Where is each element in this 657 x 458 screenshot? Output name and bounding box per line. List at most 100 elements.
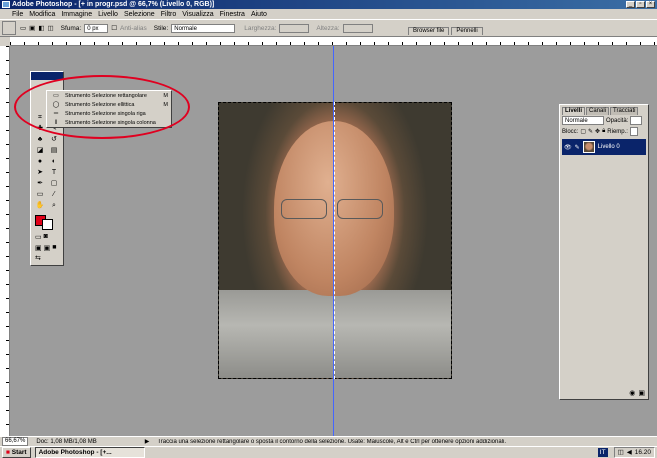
path-select-icon[interactable]: ➤: [34, 168, 46, 177]
eyedropper-icon[interactable]: ⁄: [48, 190, 60, 199]
start-label: Start: [11, 449, 27, 456]
doc-size[interactable]: Doc: 1,08 MB/1,08 MB: [36, 439, 96, 445]
menu-bar: File Modifica Immagine Livello Selezione…: [0, 9, 657, 19]
lock-transparency-icon[interactable]: ▢: [580, 128, 586, 135]
vertical-ruler: [0, 46, 10, 436]
layer-brush-icon[interactable]: ✎: [575, 144, 580, 151]
sfuma-input[interactable]: 0 px: [84, 23, 109, 33]
photo-hoodie: [219, 290, 451, 378]
start-button[interactable]: ■ Start: [2, 447, 31, 458]
tab-pennelli[interactable]: Pennelli: [451, 27, 483, 35]
larghezza-input[interactable]: [279, 23, 310, 33]
status-arrow-icon[interactable]: ▶: [145, 438, 150, 445]
tool-hint: Traccia una selezione rettangolare o spo…: [157, 438, 507, 445]
horizontal-ruler: [10, 37, 657, 46]
fill-label: Riemp.:: [607, 128, 628, 135]
type-tool-icon[interactable]: T: [48, 168, 60, 177]
selection-marquee-edge: [334, 102, 335, 379]
layers-palette: Livelli Canali Tracciati Normale Opacità…: [559, 104, 649, 400]
color-swatches: [31, 215, 63, 230]
menu-modifica[interactable]: Modifica: [29, 11, 55, 18]
window-title: Adobe Photoshop - [+ in progr.psd @ 66,7…: [12, 1, 215, 8]
screen-mode-standard-icon[interactable]: ▣: [35, 244, 42, 252]
opacity-input[interactable]: [630, 116, 643, 125]
menu-filtro[interactable]: Filtro: [161, 11, 177, 18]
layer-visibility-eye-icon[interactable]: 👁︎: [564, 144, 572, 151]
stile-label: Stile:: [153, 24, 169, 32]
dodge-tool-icon[interactable]: ◐: [48, 157, 60, 166]
windows-taskbar: ■ Start Adobe Photoshop - [+... IT ◫ ◀ 1…: [0, 446, 657, 458]
screen-mode-full-icon[interactable]: ▣: [44, 244, 51, 252]
tab-livelli[interactable]: Livelli: [562, 107, 586, 115]
subtract-selection-icon[interactable]: ◧: [38, 24, 44, 32]
palette-well: Browser file Pennelli: [408, 27, 483, 35]
delete-layer-icon[interactable]: ▣: [638, 389, 645, 397]
window-controls: _ ▫ ×: [626, 1, 655, 8]
tab-canali[interactable]: Canali: [586, 107, 610, 115]
taskbar-photoshop-item[interactable]: Adobe Photoshop - [+...: [34, 447, 145, 458]
quickmask-mode-icon[interactable]: ◙: [44, 233, 48, 241]
photo-glasses: [281, 199, 327, 219]
history-brush-icon[interactable]: ↺: [48, 135, 60, 144]
stamp-tool-icon[interactable]: ♣: [34, 135, 46, 144]
menu-immagine[interactable]: Immagine: [61, 11, 92, 18]
document-canvas[interactable]: [218, 102, 452, 379]
windows-logo-icon: ■: [6, 449, 10, 456]
antialias-checkbox[interactable]: ☐: [111, 24, 117, 32]
standard-mode-icon[interactable]: ▭: [35, 233, 42, 241]
layer-row[interactable]: 👁︎ ✎ Livello 0: [562, 139, 646, 155]
system-tray: ◫ ◀ 16.20: [613, 447, 655, 458]
maximize-button[interactable]: ▫: [636, 1, 645, 8]
screen-mode-black-icon[interactable]: ■: [52, 244, 56, 252]
photo-glasses-right: [337, 199, 383, 219]
new-layer-icon[interactable]: ◉: [629, 389, 635, 397]
menu-finestra[interactable]: Finestra: [220, 11, 245, 18]
stile-select[interactable]: Normale: [171, 23, 236, 33]
larghezza-label: Larghezza:: [244, 24, 277, 32]
options-bar: ▭ ▣ ◧ ◫ Sfuma: 0 px ☐ Anti-alias Stile: …: [0, 19, 657, 37]
language-indicator[interactable]: IT: [597, 448, 608, 457]
background-color[interactable]: [42, 219, 53, 230]
eraser-tool-icon[interactable]: ◪: [34, 146, 46, 155]
intersect-selection-icon[interactable]: ◫: [47, 24, 53, 32]
status-bar: 66,67% Doc: 1,08 MB/1,08 MB ▶ Traccia un…: [0, 436, 657, 446]
lock-label: Blocc:: [562, 128, 579, 135]
menu-aiuto[interactable]: Aiuto: [251, 11, 267, 18]
altezza-label: Altezza:: [316, 24, 340, 32]
notes-tool-icon[interactable]: ▭: [34, 190, 46, 199]
title-bar: Adobe Photoshop - [+ in progr.psd @ 66,7…: [0, 0, 657, 9]
hand-tool-icon[interactable]: ✋: [34, 201, 46, 210]
menu-selezione[interactable]: Selezione: [124, 11, 155, 18]
taskbar-app-label: Adobe Photoshop - [+...: [38, 449, 112, 456]
menu-visualizza[interactable]: Visualizza: [182, 11, 213, 18]
lock-all-icon[interactable]: 🔒︎: [602, 128, 605, 135]
fill-input[interactable]: [629, 127, 638, 136]
menu-livello[interactable]: Livello: [98, 11, 118, 18]
altezza-input[interactable]: [342, 23, 373, 33]
photoshop-app-icon[interactable]: [2, 1, 10, 8]
tray-volume-icon[interactable]: ◀: [627, 448, 632, 457]
add-selection-icon[interactable]: ▣: [29, 24, 35, 32]
minimize-button[interactable]: _: [626, 1, 635, 8]
pen-tool-icon[interactable]: ✒: [34, 179, 46, 188]
zoom-level-field[interactable]: 66,67%: [2, 437, 29, 446]
opacity-label: Opacità:: [606, 117, 629, 124]
close-button[interactable]: ×: [646, 1, 655, 8]
lock-move-icon[interactable]: ✥: [595, 128, 600, 135]
layer-name: Livello 0: [597, 144, 620, 150]
gradient-tool-icon[interactable]: ▤: [48, 146, 60, 155]
tab-tracciati[interactable]: Tracciati: [610, 107, 639, 115]
jump-to-imageready-icon[interactable]: ⇆: [31, 252, 63, 264]
menu-file[interactable]: File: [12, 11, 23, 18]
tab-browser-file[interactable]: Browser file: [408, 27, 450, 35]
palette-tabs: Livelli Canali Tracciati: [560, 105, 648, 115]
zoom-tool-icon[interactable]: ⌕: [48, 201, 60, 210]
blur-tool-icon[interactable]: ●: [34, 157, 46, 166]
blend-mode-select[interactable]: Normale: [562, 116, 604, 125]
new-selection-icon[interactable]: ▭: [20, 24, 26, 32]
sfuma-label: Sfuma:: [60, 24, 82, 32]
tray-network-icon[interactable]: ◫: [618, 448, 624, 457]
clock: 16.20: [634, 449, 651, 456]
lock-paint-icon[interactable]: ✎: [588, 128, 593, 135]
shape-tool-icon[interactable]: ▢: [48, 179, 60, 188]
